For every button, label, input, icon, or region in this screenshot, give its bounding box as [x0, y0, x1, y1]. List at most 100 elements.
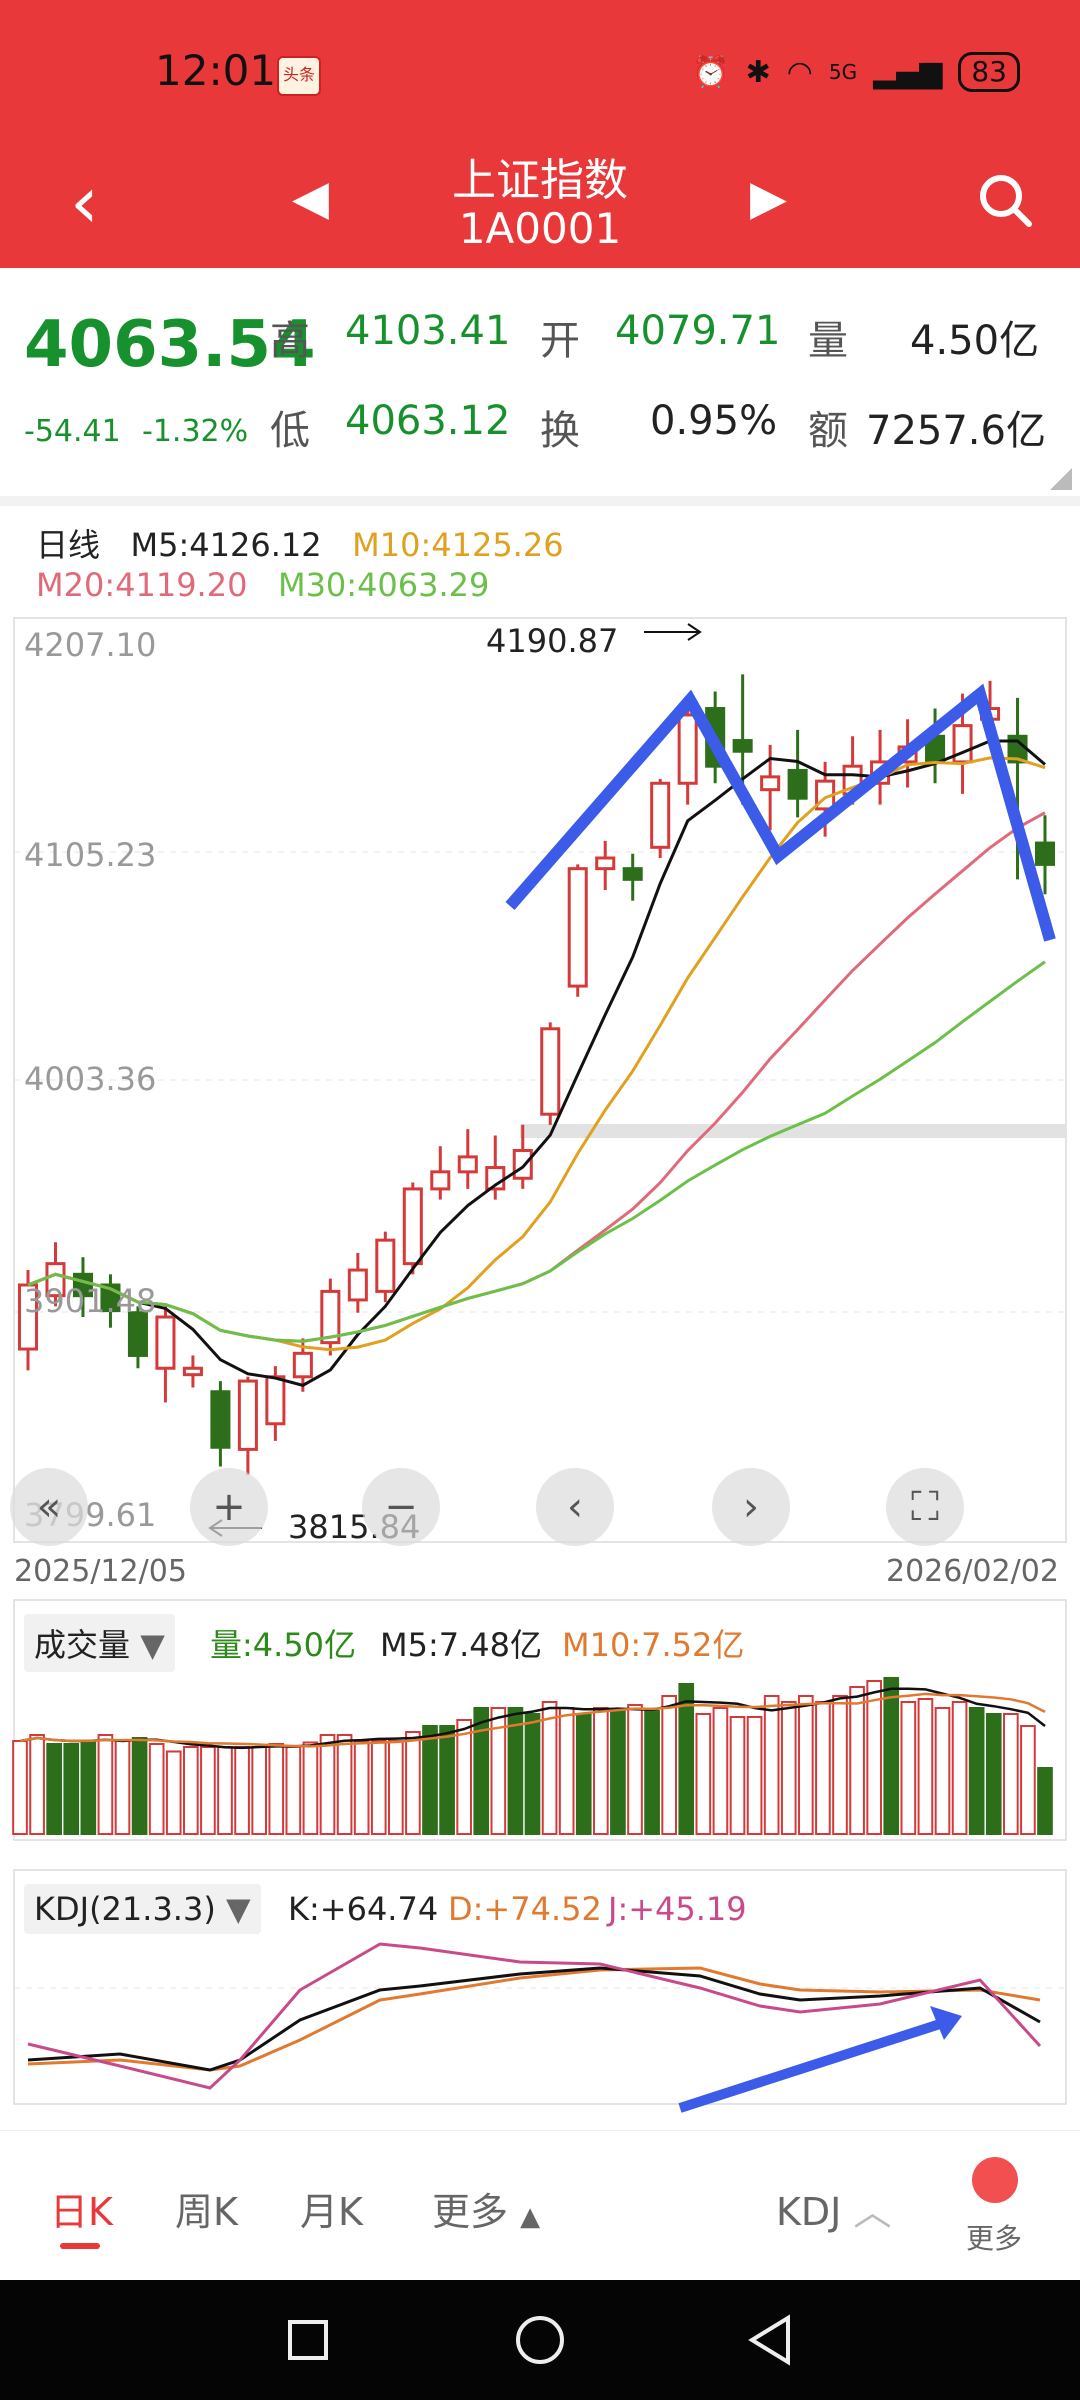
volume-bar — [336, 1734, 353, 1835]
indicator-toggle[interactable]: KDJ ︿ — [776, 2181, 892, 2236]
zoom-out-icon[interactable]: − — [362, 1468, 440, 1546]
volume-bar — [29, 1734, 45, 1835]
volume-bar — [593, 1707, 609, 1835]
volume-bar — [456, 1719, 473, 1835]
volume-bar — [422, 1725, 438, 1835]
candle-body — [237, 1379, 258, 1451]
volume-bar — [370, 1740, 387, 1835]
volume-bar — [558, 1707, 575, 1835]
max-price-label: 4190.87 — [486, 622, 619, 660]
scroll-right-icon[interactable]: › — [712, 1468, 790, 1546]
chevron-down-icon: ▼ — [140, 1626, 165, 1664]
chevron-down-icon: ▼ — [225, 1890, 251, 1928]
more-dot-icon[interactable] — [972, 2157, 1018, 2203]
home-icon[interactable] — [516, 2316, 564, 2364]
tab-more[interactable]: 更多 ▲ — [432, 2181, 540, 2236]
system-nav-bar — [0, 2280, 1080, 2400]
volume-bar — [268, 1743, 285, 1835]
volume-bar — [353, 1740, 370, 1835]
kdj-d-label: D:+74.52 — [448, 1890, 602, 1928]
candle-body — [677, 713, 698, 785]
candle-body — [787, 768, 808, 800]
recent-apps-icon[interactable] — [288, 2320, 328, 2360]
volume-bar — [951, 1701, 968, 1835]
volume-bar — [661, 1695, 677, 1835]
zoom-in-icon[interactable]: + — [190, 1468, 268, 1546]
volume-bar — [80, 1740, 97, 1835]
volume-bar — [405, 1731, 421, 1835]
indicator-label: KDJ — [776, 2190, 842, 2234]
volume-bar — [866, 1680, 882, 1835]
candle-body — [732, 739, 753, 753]
volume-bar — [815, 1701, 831, 1835]
volume-bar — [114, 1740, 131, 1835]
caret-up-icon: ▲ — [520, 2202, 541, 2232]
volume-bar — [217, 1746, 233, 1835]
volume-value-label: 量:4.50亿 — [210, 1626, 357, 1664]
volume-bar — [695, 1713, 712, 1835]
volume-bar — [473, 1707, 490, 1835]
volume-bar — [1003, 1713, 1019, 1835]
volume-bar — [712, 1707, 729, 1835]
volume-bar — [985, 1713, 1002, 1835]
volume-bar — [97, 1734, 114, 1835]
volume-bar — [575, 1713, 592, 1835]
volume-bar — [1037, 1767, 1053, 1835]
ma5-line — [27, 739, 1046, 1387]
candle-body — [457, 1155, 478, 1174]
zoom-to-start-icon[interactable]: « — [10, 1468, 88, 1546]
y-tick-label: 4105.23 — [24, 836, 157, 874]
volume-bar — [234, 1746, 250, 1835]
volume-bar — [183, 1746, 199, 1835]
volume-indicator-label: 成交量 — [34, 1626, 131, 1664]
volume-bar — [627, 1704, 643, 1835]
candle-body — [512, 1148, 533, 1180]
back-nav-icon[interactable] — [748, 2314, 792, 2366]
volume-bar — [388, 1740, 404, 1835]
kline-chart[interactable] — [0, 0, 1080, 2130]
ma20-line — [27, 811, 1046, 1343]
candle-body — [265, 1375, 286, 1426]
tab-month-k[interactable]: 月K — [300, 2181, 363, 2236]
more-label[interactable]: 更多 — [966, 2217, 1022, 2257]
volume-bar — [917, 1698, 934, 1835]
volume-bar — [832, 1695, 848, 1835]
volume-bar — [934, 1707, 951, 1835]
volume-bar — [302, 1741, 319, 1835]
fullscreen-icon[interactable]: ⛶ — [886, 1468, 964, 1546]
volume-bar — [780, 1701, 797, 1835]
candle-body — [430, 1170, 451, 1191]
volume-bar — [12, 1740, 28, 1835]
volume-bar — [746, 1716, 763, 1835]
volume-bar — [524, 1713, 541, 1835]
volume-bar — [63, 1743, 80, 1835]
candle-body — [1034, 841, 1056, 866]
annotation-arrow-line — [678, 2019, 942, 2113]
candle-body — [402, 1187, 423, 1266]
tab-week-k[interactable]: 周K — [175, 2181, 238, 2236]
chevron-up-icon: ︿ — [853, 2190, 892, 2234]
volume-bar — [968, 1707, 985, 1835]
kdj-k-label: K:+64.74 — [288, 1890, 439, 1928]
volume-indicator-select[interactable]: 成交量 ▼ — [24, 1614, 175, 1672]
volume-bar — [439, 1725, 455, 1835]
candle-body — [567, 867, 588, 988]
volume-bar — [883, 1677, 900, 1835]
candle-body — [540, 1027, 561, 1116]
candle-body — [595, 856, 616, 871]
tab-day-k[interactable]: 日K — [50, 2181, 113, 2236]
volume-bar — [251, 1746, 267, 1835]
candle-body — [375, 1238, 396, 1293]
candle-body — [650, 781, 671, 849]
volume-bar — [319, 1734, 336, 1835]
volume-bar — [541, 1701, 558, 1835]
candle-body — [760, 775, 781, 792]
volume-m5-label: M5:7.48亿 — [380, 1626, 543, 1664]
volume-bar — [900, 1701, 917, 1835]
y-tick-label: 4207.10 — [24, 626, 157, 664]
kdj-k-line — [27, 1966, 1041, 2072]
kdj-indicator-select[interactable]: KDJ(21.3.3) ▼ — [24, 1884, 261, 1934]
y-tick-label: 3901.48 — [24, 1282, 157, 1320]
ma10-line — [27, 756, 1046, 1352]
scroll-left-icon[interactable]: ‹ — [536, 1468, 614, 1546]
